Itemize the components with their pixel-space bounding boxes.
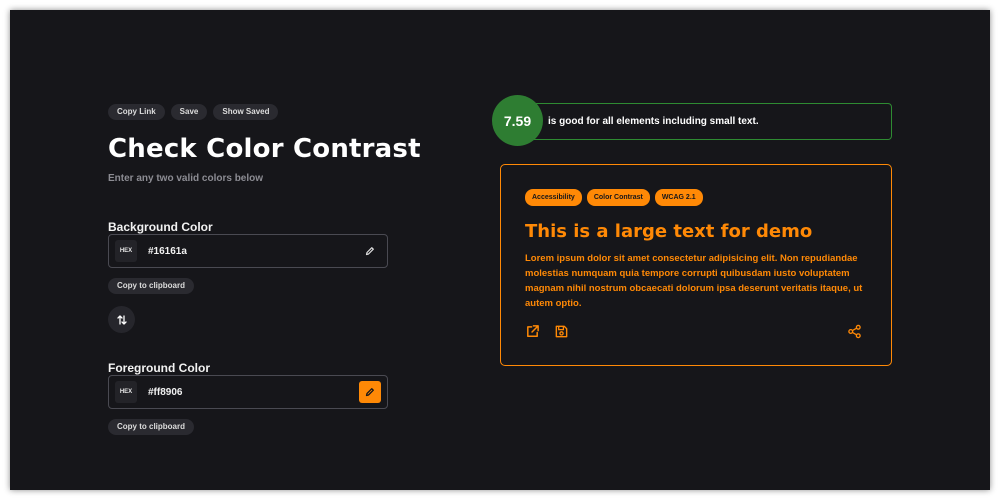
share-icon[interactable]: [847, 324, 862, 339]
background-color-label: Background Color: [108, 220, 213, 234]
external-link-icon[interactable]: [525, 324, 540, 339]
swap-icon: [116, 314, 127, 325]
foreground-color-input[interactable]: #ff8906: [148, 387, 359, 398]
swap-colors-button[interactable]: [108, 306, 135, 333]
tag-list: Accessibility Color Contrast WCAG 2.1: [525, 189, 703, 206]
page-subtitle: Enter any two valid colors below: [108, 173, 264, 184]
format-badge[interactable]: HEX: [115, 240, 137, 262]
background-color-field: HEX #16161a: [108, 234, 388, 268]
foreground-color-field: HEX #ff8906: [108, 375, 388, 409]
demo-preview-card: Accessibility Color Contrast WCAG 2.1 Th…: [500, 164, 892, 366]
format-badge[interactable]: HEX: [115, 381, 137, 403]
background-color-picker-button[interactable]: [359, 240, 381, 262]
pencil-icon: [365, 247, 374, 256]
top-actions: Copy Link Save Show Saved: [108, 104, 388, 120]
contrast-ratio-badge: 7.59: [492, 95, 543, 146]
tag-accessibility[interactable]: Accessibility: [525, 189, 582, 206]
demo-title: This is a large text for demo: [525, 221, 813, 242]
page-title: Check Color Contrast: [108, 134, 421, 164]
contrast-result-message: is good for all elements including small…: [548, 116, 759, 127]
tag-color-contrast[interactable]: Color Contrast: [586, 189, 650, 206]
copy-background-button[interactable]: Copy to clipboard: [108, 278, 194, 294]
foreground-color-picker-button[interactable]: [359, 381, 381, 403]
demo-body-text: Lorem ipsum dolor sit amet consectetur a…: [525, 253, 863, 309]
app-window: Copy Link Save Show Saved Check Color Co…: [10, 10, 990, 490]
foreground-color-label: Foreground Color: [108, 361, 210, 375]
tag-wcag[interactable]: WCAG 2.1: [654, 189, 703, 206]
copy-foreground-button[interactable]: Copy to clipboard: [108, 419, 194, 435]
color-input-panel: Copy Link Save Show Saved Check Color Co…: [108, 104, 421, 435]
save-button[interactable]: Save: [170, 104, 208, 120]
pencil-icon: [365, 388, 374, 397]
background-color-input[interactable]: #16161a: [148, 246, 359, 257]
save-icon[interactable]: [554, 324, 569, 339]
copy-link-button[interactable]: Copy Link: [108, 104, 165, 120]
show-saved-button[interactable]: Show Saved: [213, 104, 279, 120]
